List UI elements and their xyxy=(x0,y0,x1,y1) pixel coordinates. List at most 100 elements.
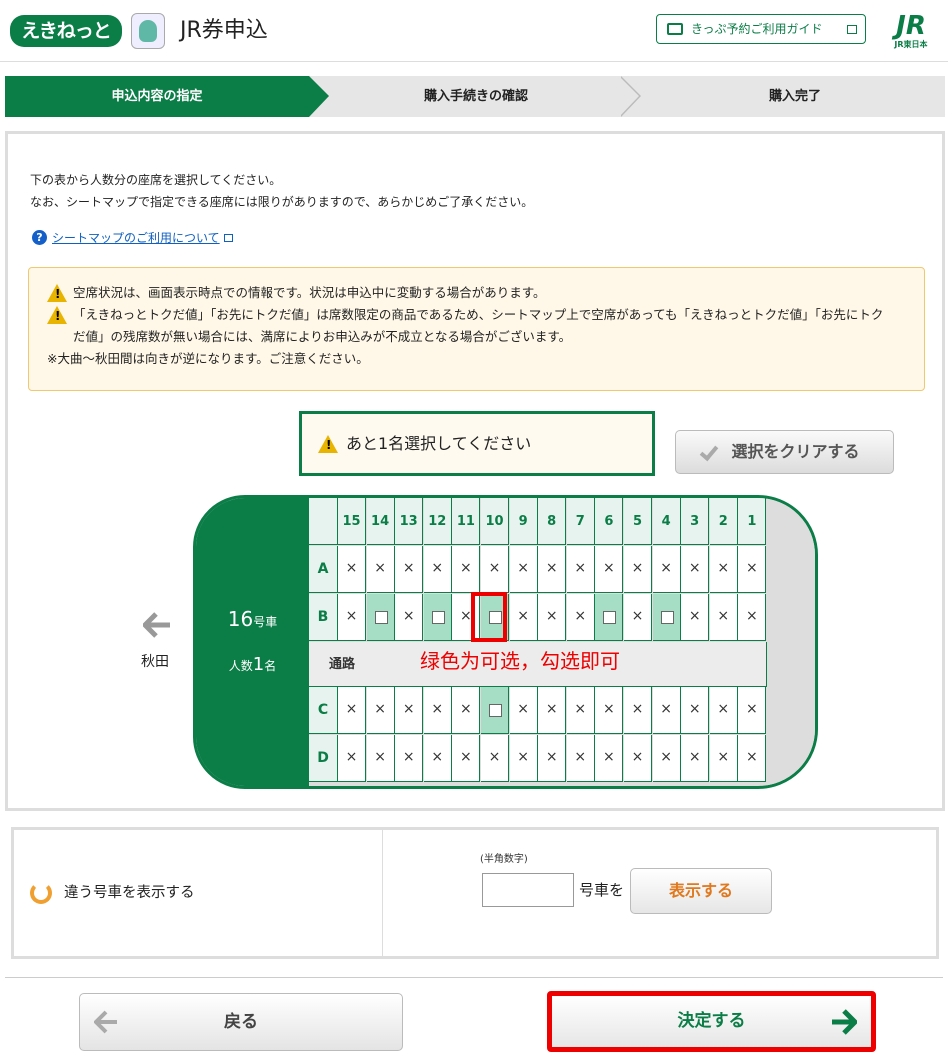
step-1: 申込内容の指定 xyxy=(5,76,309,117)
seat-unavailable: × xyxy=(681,687,710,734)
other-car-label: 違う号車を表示する xyxy=(64,885,195,901)
car-header: 16号車 人数1名 xyxy=(196,498,309,786)
notice-line-1: 空席状況は、画面表示時点での情報です。状況は申込中に変動する場合があります。 xyxy=(73,285,546,300)
progress-steps: 申込内容の指定 購入手続きの確認 購入完了 xyxy=(5,76,945,117)
seat-checkbox[interactable] xyxy=(660,611,674,624)
notice-line-2a: 「えきねっとトクだ値」「お先にトクだ値」は席数限定の商品であるため、シートマップ… xyxy=(73,307,884,322)
notice-line-3: ※大曲～秋田間は向きが逆になります。ご注意ください。 xyxy=(47,351,369,366)
seat-unavailable: × xyxy=(452,687,481,734)
jr-logo-subtext: JR東日本 xyxy=(894,40,928,49)
seat-unavailable: × xyxy=(395,687,424,734)
seat-unavailable: × xyxy=(395,594,424,641)
seat-row-label: C xyxy=(309,687,338,734)
seat-unavailable: × xyxy=(709,735,738,782)
seat-unavailable: × xyxy=(595,687,624,734)
seat-column-header: 9 xyxy=(509,498,538,545)
car-number-suffix: 号車 xyxy=(253,615,278,629)
guide-button[interactable]: きっぷ予約ご利用ガイド xyxy=(656,14,866,44)
seat-column-header: 13 xyxy=(395,498,424,545)
car-number-suffix-label: 号車を xyxy=(579,881,625,899)
seat-available[interactable] xyxy=(481,687,509,734)
seat-unavailable: × xyxy=(395,546,424,593)
car-number-value: 16 xyxy=(227,607,254,631)
seat-unavailable: × xyxy=(481,546,509,593)
seat-checkbox[interactable] xyxy=(431,611,445,624)
seat-available[interactable] xyxy=(423,594,452,641)
other-car-label-area: 違う号車を表示する xyxy=(14,830,383,956)
show-car-button[interactable]: 表示する xyxy=(630,868,772,914)
seat-unavailable: × xyxy=(538,594,567,641)
back-button[interactable]: 戻る xyxy=(79,993,403,1051)
grid-corner xyxy=(309,498,338,545)
seat-unavailable: × xyxy=(423,735,452,782)
car-tail xyxy=(767,498,815,786)
page-title: JR券申込 xyxy=(180,18,268,43)
seat-unavailable: × xyxy=(509,735,538,782)
divider xyxy=(5,977,943,978)
seat-column-header: 14 xyxy=(366,498,395,545)
seat-column-header: 3 xyxy=(681,498,710,545)
seat-checkbox[interactable] xyxy=(603,611,617,624)
car-number-input[interactable] xyxy=(482,873,574,907)
seat-unavailable: × xyxy=(566,546,595,593)
confirm-button-label: 決定する xyxy=(677,1011,746,1031)
seat-unavailable: × xyxy=(538,687,567,734)
seat-column-header: 2 xyxy=(709,498,738,545)
seatmap-help-link-label: シートマップのご利用について xyxy=(52,231,220,245)
seat-unavailable: × xyxy=(652,546,681,593)
seat-unavailable: × xyxy=(481,735,509,782)
remaining-selection-box: あと1名選択してください xyxy=(299,411,655,476)
pax-label: 人数 xyxy=(228,659,253,673)
seat-row-label: B xyxy=(309,594,338,641)
notice-box: 空席状況は、画面表示時点での情報です。状況は申込中に変動する場合があります。 「… xyxy=(28,267,925,391)
seat-selection-panel: 下の表から人数分の座席を選択してください。 なお、シートマップで指定できる座席に… xyxy=(5,131,945,811)
seat-available[interactable] xyxy=(652,594,681,641)
annotation-highlight-box xyxy=(471,592,507,642)
seat-column-header: 7 xyxy=(566,498,595,545)
seat-column-header: 10 xyxy=(481,498,509,545)
seat-checkbox[interactable] xyxy=(489,704,502,717)
seat-column-header: 6 xyxy=(595,498,624,545)
seat-unavailable: × xyxy=(595,546,624,593)
train-mascot-icon xyxy=(131,13,165,49)
check-icon xyxy=(699,441,719,462)
book-icon xyxy=(667,23,683,35)
seat-checkbox[interactable] xyxy=(374,611,388,624)
step-2-arrow-inner xyxy=(619,76,639,117)
header: えきねっと JR券申込 きっぷ予約ご利用ガイド JR JR東日本 xyxy=(0,0,948,62)
intro-text: 下の表から人数分の座席を選択してください。 なお、シートマップで指定できる座席に… xyxy=(30,169,533,213)
seat-row-label: A xyxy=(309,546,338,593)
notice-line-2b: だ値」の残席数が無い場合には、満席によりお申込みが不成立となる場合がございます。 xyxy=(73,329,572,344)
seat-unavailable: × xyxy=(366,546,395,593)
seat-unavailable: × xyxy=(423,546,452,593)
seat-unavailable: × xyxy=(624,735,652,782)
seat-unavailable: × xyxy=(624,687,652,734)
warning-icon xyxy=(47,306,67,324)
question-icon: ? xyxy=(32,230,47,245)
jr-east-logo: JR JR東日本 xyxy=(886,12,936,54)
confirm-button[interactable]: 決定する xyxy=(547,991,876,1052)
seat-unavailable: × xyxy=(366,735,395,782)
seat-unavailable: × xyxy=(709,546,738,593)
seat-column-header: 12 xyxy=(423,498,452,545)
seat-unavailable: × xyxy=(538,546,567,593)
seat-unavailable: × xyxy=(452,735,481,782)
ekinet-logo[interactable]: えきねっと xyxy=(10,15,122,47)
passenger-count: 人数1名 xyxy=(196,652,309,679)
seat-available[interactable] xyxy=(595,594,624,641)
seat-unavailable: × xyxy=(395,735,424,782)
seat-unavailable: × xyxy=(738,546,767,593)
seat-unavailable: × xyxy=(652,687,681,734)
seat-unavailable: × xyxy=(566,735,595,782)
seat-unavailable: × xyxy=(624,546,652,593)
seat-column-header: 11 xyxy=(452,498,481,545)
notice-row-1: 空席状況は、画面表示時点での情報です。状況は申込中に変動する場合があります。 xyxy=(47,282,906,304)
external-link-icon xyxy=(847,25,857,34)
step-1-arrow xyxy=(309,76,329,117)
page: えきねっと JR券申込 きっぷ予約ご利用ガイド JR JR東日本 申込内容の指定… xyxy=(0,0,948,1058)
seat-column-header: 1 xyxy=(738,498,767,545)
clear-selection-button[interactable]: 選択をクリアする xyxy=(675,430,894,474)
seatmap-help-link[interactable]: ? シートマップのご利用について xyxy=(32,229,233,247)
car-number: 16号車 xyxy=(196,606,309,635)
seat-available[interactable] xyxy=(366,594,395,641)
